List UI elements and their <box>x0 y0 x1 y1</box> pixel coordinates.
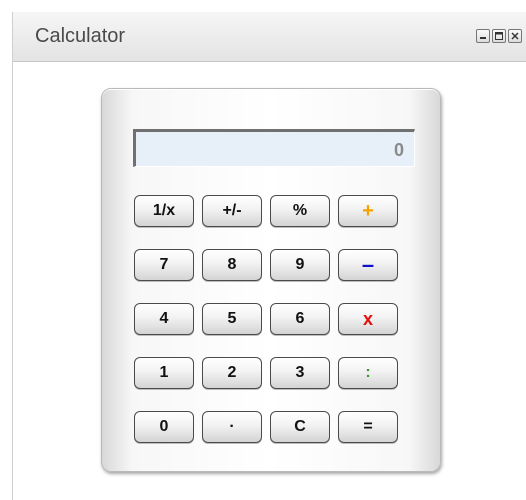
key-7[interactable]: 7 <box>134 249 194 281</box>
window-controls <box>476 29 522 43</box>
window-titlebar[interactable]: Calculator <box>13 12 526 62</box>
key-label: 2 <box>227 364 237 381</box>
minimize-button[interactable] <box>476 29 490 43</box>
key-decimal[interactable]: · <box>202 411 262 443</box>
key-label: 6 <box>295 310 305 327</box>
key-label: +/- <box>222 202 242 219</box>
calculator-display: 0 <box>133 129 415 167</box>
key-9[interactable]: 9 <box>270 249 330 281</box>
key-2[interactable]: 2 <box>202 357 262 389</box>
key-0[interactable]: 0 <box>134 411 194 443</box>
key-multiply[interactable]: x <box>338 303 398 335</box>
key-5[interactable]: 5 <box>202 303 262 335</box>
key-label: 1/x <box>152 202 176 219</box>
key-percent[interactable]: % <box>270 195 330 227</box>
key-label: · <box>229 418 235 435</box>
close-icon <box>511 32 519 40</box>
key-label: 0 <box>159 418 169 435</box>
key-label: 9 <box>295 256 305 273</box>
key-reciprocal[interactable]: 1/x <box>134 195 194 227</box>
display-value: 0 <box>393 140 404 160</box>
key-3[interactable]: 3 <box>270 357 330 389</box>
key-label: – <box>361 252 375 277</box>
maximize-button[interactable] <box>492 29 506 43</box>
key-1[interactable]: 1 <box>134 357 194 389</box>
minimize-icon <box>480 37 486 39</box>
key-4[interactable]: 4 <box>134 303 194 335</box>
key-subtract[interactable]: – <box>338 249 398 281</box>
maximize-icon <box>495 32 503 40</box>
key-8[interactable]: 8 <box>202 249 262 281</box>
key-label: 1 <box>159 364 169 381</box>
key-label: 3 <box>295 364 305 381</box>
key-label: + <box>362 199 374 222</box>
key-label: 7 <box>159 256 169 273</box>
key-clear[interactable]: C <box>270 411 330 443</box>
window-title: Calculator <box>35 25 126 47</box>
key-label: : <box>365 364 371 381</box>
key-label: 8 <box>227 256 237 273</box>
calculator-window: Calculator 0 1/x +/- % + 7 8 9 – 4 5 6 x… <box>12 12 526 500</box>
key-negate[interactable]: +/- <box>202 195 262 227</box>
key-equals[interactable]: = <box>338 411 398 443</box>
key-divide[interactable]: : <box>338 357 398 389</box>
key-label: = <box>363 418 373 435</box>
key-6[interactable]: 6 <box>270 303 330 335</box>
key-label: % <box>292 202 308 219</box>
key-label: x <box>362 308 373 329</box>
keypad: 1/x +/- % + 7 8 9 – 4 5 6 x 1 2 3 : 0 · … <box>134 195 406 443</box>
key-add[interactable]: + <box>338 195 398 227</box>
close-button[interactable] <box>508 29 522 43</box>
key-label: 5 <box>227 310 237 327</box>
key-label: 4 <box>159 310 169 327</box>
key-label: C <box>294 418 306 435</box>
calculator-body: 0 1/x +/- % + 7 8 9 – 4 5 6 x 1 2 3 : 0 … <box>101 88 441 472</box>
